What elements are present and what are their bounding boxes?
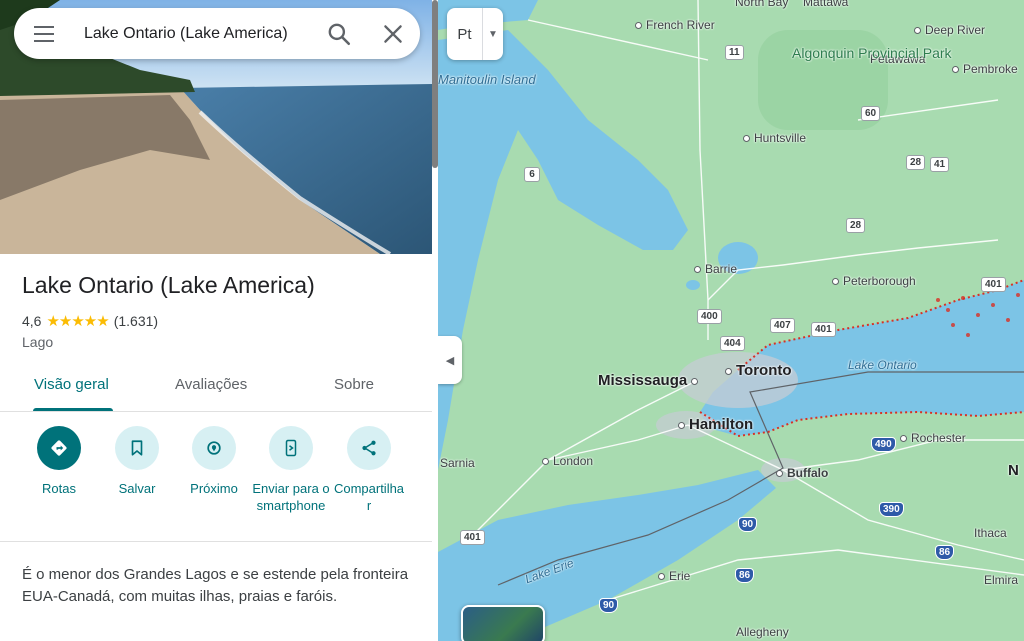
collapse-panel-button[interactable]: ◀ <box>438 336 462 384</box>
state-label: N <box>1008 462 1019 479</box>
city-mississauga[interactable]: Mississauga <box>598 372 702 389</box>
highway-shield: 401 <box>981 277 1006 292</box>
city-pembroke[interactable]: Pembroke <box>952 62 1018 76</box>
highway-shield: 400 <box>697 309 722 324</box>
place-category[interactable]: Lago <box>22 334 53 350</box>
place-tabs: Visão geral Avaliações Sobre <box>0 366 432 412</box>
city-toronto[interactable]: Toronto <box>725 362 792 379</box>
city-rochester[interactable]: Rochester <box>900 431 966 445</box>
interstate-shield: 90 <box>738 517 758 532</box>
interstate-shield: 490 <box>871 437 896 452</box>
interstate-shield: 86 <box>935 545 955 560</box>
city-buffalo[interactable]: Buffalo <box>776 466 828 480</box>
search-icon[interactable] <box>326 21 352 47</box>
directions-icon <box>37 426 81 470</box>
action-buttons: Rotas Salvar Próximo Enviar para o smart… <box>0 426 432 540</box>
chevron-left-icon: ◀ <box>445 354 455 367</box>
active-tab-indicator <box>33 408 113 411</box>
close-icon[interactable] <box>380 21 406 47</box>
city-erie[interactable]: Erie <box>658 569 690 583</box>
highway-shield: 41 <box>930 157 950 172</box>
place-title: Lake Ontario (Lake America) <box>22 272 315 298</box>
interstate-shield: 390 <box>879 502 904 517</box>
send-to-phone-label: Enviar para o smartphone <box>252 481 330 513</box>
city-barrie[interactable]: Barrie <box>694 262 737 276</box>
highway-shield: 401 <box>811 322 836 337</box>
send-to-phone-button[interactable]: Enviar para o smartphone <box>252 426 330 514</box>
share-icon <box>347 426 391 470</box>
layer-language-label[interactable]: Pt <box>447 8 483 60</box>
city-elmira[interactable]: Elmira <box>984 573 1018 587</box>
map-canvas[interactable]: French River North Bay Mattawa Deep Rive… <box>438 0 1024 641</box>
save-button[interactable]: Salvar <box>98 426 176 497</box>
city-peterborough[interactable]: Peterborough <box>832 274 916 288</box>
highway-shield: 6 <box>524 167 540 182</box>
tab-overview[interactable]: Visão geral <box>34 376 109 393</box>
rating-value: 4,6 <box>22 313 42 329</box>
save-label: Salvar <box>118 481 156 496</box>
bookmark-icon <box>115 426 159 470</box>
city-hamilton[interactable]: Hamilton <box>678 416 753 433</box>
highway-shield: 404 <box>720 336 745 351</box>
nearby-label: Próximo <box>190 481 238 496</box>
city-sarnia[interactable]: Sarnia <box>440 456 475 470</box>
highway-shield: 11 <box>725 45 744 60</box>
city-deep-river[interactable]: Deep River <box>914 23 985 37</box>
nearby-icon <box>192 426 236 470</box>
place-side-panel: Lake Ontario (Lake America) 4,6 ★★★★★ (1… <box>0 0 438 641</box>
rating-row[interactable]: 4,6 ★★★★★ (1.631) <box>22 312 158 330</box>
search-bar <box>14 8 420 59</box>
highway-shield: 407 <box>770 318 795 333</box>
city-mattawa[interactable]: Mattawa <box>803 0 848 9</box>
nearby-button[interactable]: Próximo <box>175 426 253 497</box>
share-button[interactable]: Compartilhar <box>330 426 408 514</box>
highway-shield: 28 <box>846 218 866 233</box>
highway-shield: 28 <box>906 155 926 170</box>
divider <box>0 541 432 542</box>
directions-button[interactable]: Rotas <box>20 426 98 497</box>
place-description: É o menor dos Grandes Lagos e se estende… <box>22 566 409 605</box>
park-label[interactable]: Algonquin Provincial Park <box>792 45 952 62</box>
panel-scrollbar[interactable] <box>432 0 438 168</box>
tab-about[interactable]: Sobre <box>334 376 374 393</box>
directions-label: Rotas <box>42 481 76 496</box>
chevron-down-icon[interactable]: ▼ <box>483 8 503 60</box>
highway-shield: 60 <box>861 106 881 121</box>
send-to-phone-icon <box>269 426 313 470</box>
review-count[interactable]: (1.631) <box>114 313 158 329</box>
interstate-shield: 86 <box>735 568 755 583</box>
search-input[interactable] <box>84 8 314 59</box>
city-huntsville[interactable]: Huntsville <box>743 131 806 145</box>
star-rating-icon: ★★★★★ <box>46 313 109 330</box>
island-label[interactable]: Manitoulin Island <box>438 72 536 88</box>
city-north-bay[interactable]: North Bay <box>735 0 788 9</box>
map-layer-button[interactable]: Pt ▼ <box>447 8 503 60</box>
lake-ontario-label: Lake Ontario <box>848 358 917 372</box>
city-ithaca[interactable]: Ithaca <box>974 526 1007 540</box>
city-london[interactable]: London <box>542 454 593 468</box>
interstate-shield: 90 <box>599 598 619 613</box>
satellite-layer-thumbnail[interactable] <box>461 605 545 641</box>
city-french-river[interactable]: French River <box>635 18 715 32</box>
share-label: Compartilhar <box>333 481 405 513</box>
city-allegheny[interactable]: Allegheny <box>736 625 789 639</box>
highway-shield: 401 <box>460 530 485 545</box>
menu-icon[interactable] <box>34 26 54 42</box>
tab-reviews[interactable]: Avaliações <box>175 376 247 393</box>
